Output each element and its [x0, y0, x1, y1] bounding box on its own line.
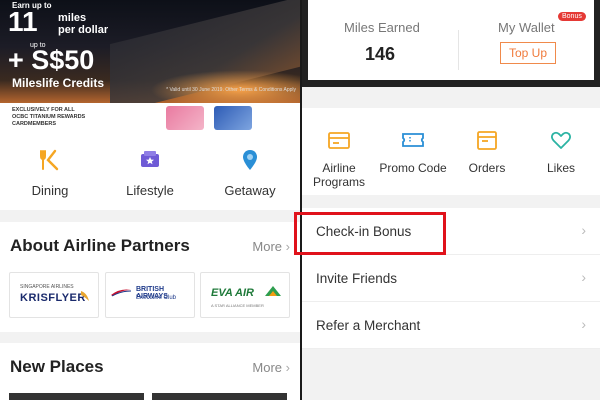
category-dining[interactable]: Dining	[0, 140, 100, 210]
account-menu: Check-in Bonus › Invite Friends › Refer …	[302, 208, 600, 349]
category-lifestyle[interactable]: Lifestyle	[100, 140, 200, 210]
partner-subtitle: Executive Club	[136, 295, 177, 301]
place-thumbnail[interactable]	[9, 393, 144, 400]
new-places-section: New Places More ›	[0, 343, 300, 400]
miles-earned-value: 146	[365, 44, 396, 64]
card-promo-text: EXCLUSIVELY FOR ALL OCBC TITANIUM REWARD…	[12, 107, 86, 127]
chevron-right-icon: ›	[285, 239, 290, 254]
my-wallet-label[interactable]: My Wallet	[498, 20, 555, 35]
partner-krisflyer[interactable]: SINGAPORE AIRLINES KRISFLYER	[9, 272, 99, 318]
orders-icon	[477, 131, 497, 150]
menu-item-label: Invite Friends	[316, 271, 398, 286]
menu-item-label: Check-in Bonus	[316, 224, 412, 239]
shortcut-label: Promo Code	[379, 161, 447, 175]
shortcut-row: Airline Programs Promo Code Orders Likes	[302, 108, 600, 195]
likes-icon	[550, 131, 572, 149]
wallet-card-border	[302, 80, 600, 87]
section-title: New Places	[10, 357, 104, 376]
shortcut-label: Airline Programs	[312, 161, 365, 189]
credit-card-image	[166, 106, 204, 130]
british-airways-logo-icon	[111, 289, 132, 297]
chevron-right-icon: ›	[285, 360, 290, 375]
more-label: More	[252, 239, 283, 254]
getaway-icon	[243, 150, 257, 170]
more-link[interactable]: More ›	[252, 360, 290, 375]
banner-miles-number: 11	[8, 6, 38, 37]
credit-card-image	[214, 106, 252, 130]
more-label: More	[252, 360, 283, 375]
shortcut-airline-programs[interactable]: Airline Programs	[302, 108, 376, 195]
shortcut-promo-code[interactable]: Promo Code	[376, 108, 450, 195]
partner-subtitle: A STAR ALLIANCE MEMBER	[211, 303, 264, 308]
category-row: Dining Lifestyle Getaway	[0, 140, 300, 210]
menu-item-check-in-bonus[interactable]: Check-in Bonus ›	[302, 208, 600, 255]
banner-miles-text: miles per dollar	[58, 12, 109, 36]
shortcut-label: Likes	[546, 161, 575, 175]
card-promo-strip: EXCLUSIVELY FOR ALL OCBC TITANIUM REWARD…	[0, 103, 300, 140]
bonus-badge: Bonus	[558, 12, 586, 21]
wallet-summary-card: Miles Earned 146 My Wallet Bonus Top Up	[302, 0, 600, 80]
banner-valid-note: * Valid until 30 June 2019. Other Terms …	[166, 87, 296, 93]
miles-earned-label: Miles Earned	[344, 20, 420, 35]
promo-code-icon	[402, 133, 424, 147]
partner-subtitle: SINGAPORE AIRLINES	[20, 284, 74, 290]
place-thumbnail[interactable]	[152, 393, 287, 400]
partner-eva-air[interactable]: EVA AIR A STAR ALLIANCE MEMBER	[200, 272, 290, 318]
category-label: Getaway	[224, 183, 276, 198]
more-link[interactable]: More ›	[252, 239, 290, 254]
promo-banner[interactable]: Earn up to 11 miles per dollar up to + S…	[0, 0, 300, 103]
chevron-right-icon: ›	[581, 222, 586, 238]
partner-name: EVA AIR	[211, 287, 254, 299]
partner-name: KRISFLYER	[20, 292, 86, 304]
divider	[458, 30, 459, 70]
lifestyle-icon	[141, 151, 159, 167]
airline-programs-icon	[328, 132, 350, 149]
category-label: Dining	[31, 183, 69, 198]
airline-partners-section: About Airline Partners More › SINGAPORE …	[0, 222, 300, 332]
chevron-right-icon: ›	[581, 269, 586, 285]
menu-item-refer-a-merchant[interactable]: Refer a Merchant ›	[302, 302, 600, 349]
partner-british-airways[interactable]: BRITISH AIRWAYS Executive Club	[105, 272, 195, 318]
banner-credits-text: Mileslife Credits	[12, 76, 105, 90]
shortcut-label: Orders	[468, 161, 506, 175]
eva-air-logo-icon	[265, 286, 281, 296]
chevron-right-icon: ›	[581, 316, 586, 332]
section-title: About Airline Partners	[10, 236, 190, 255]
top-up-button[interactable]: Top Up	[500, 42, 556, 64]
home-screen: Earn up to 11 miles per dollar up to + S…	[0, 0, 300, 400]
account-screen: Miles Earned 146 My Wallet Bonus Top Up …	[302, 0, 600, 400]
singapore-airlines-logo-icon	[81, 291, 89, 301]
shortcut-likes[interactable]: Likes	[524, 108, 598, 195]
dining-icon	[40, 149, 59, 171]
shortcut-orders[interactable]: Orders	[450, 108, 524, 195]
menu-item-label: Refer a Merchant	[316, 318, 421, 333]
category-label: Lifestyle	[126, 183, 174, 198]
menu-item-invite-friends[interactable]: Invite Friends ›	[302, 255, 600, 302]
category-getaway[interactable]: Getaway	[200, 140, 300, 210]
banner-bonus-amount: + S$50	[8, 45, 95, 75]
